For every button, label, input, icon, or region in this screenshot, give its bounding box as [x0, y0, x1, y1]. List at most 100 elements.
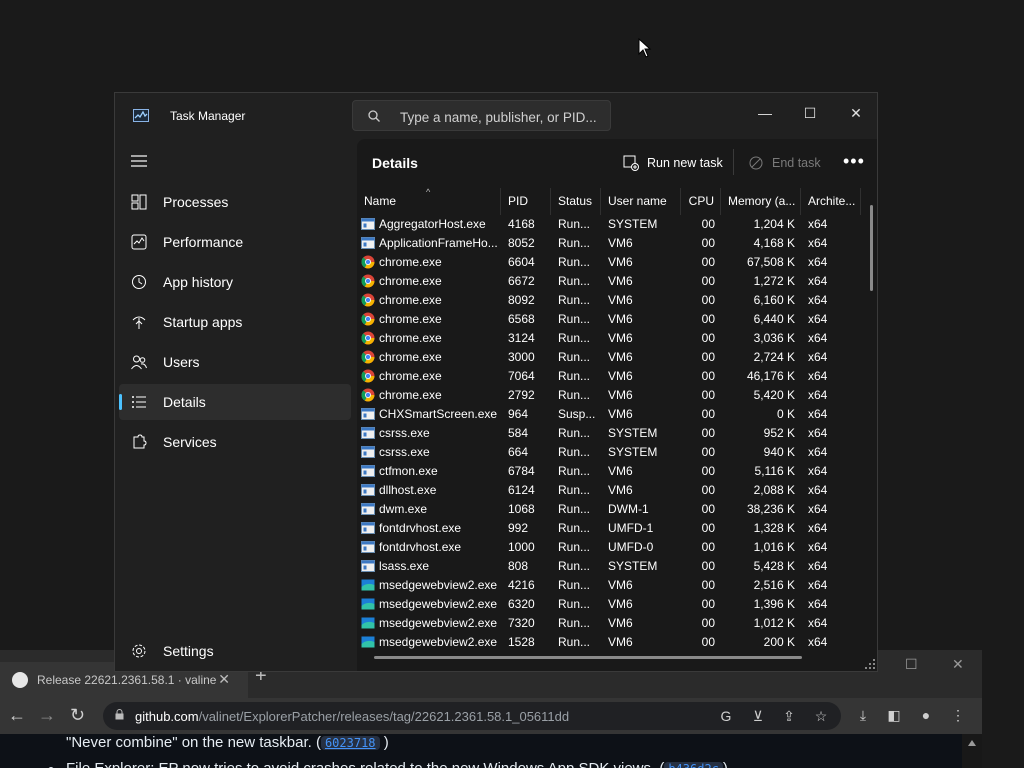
run-new-task-button[interactable]: Run new task	[623, 153, 723, 173]
column-header-memory[interactable]: Memory (a...	[721, 188, 801, 215]
nav-item-performance[interactable]: Performance	[119, 224, 351, 260]
table-row[interactable]: csrss.exe 664 Run... SYSTEM 00 940 K x64	[357, 443, 863, 462]
table-row[interactable]: chrome.exe 3000 Run... VM6 00 2,724 K x64	[357, 348, 863, 367]
horizontal-scrollbar[interactable]	[374, 656, 802, 659]
profile-icon[interactable]: ●	[918, 707, 934, 723]
column-header-pid[interactable]: PID	[501, 188, 551, 215]
commit-link[interactable]: b436d2c	[664, 762, 723, 768]
minimize-button[interactable]: —	[742, 99, 788, 127]
column-header-user-name[interactable]: User name	[601, 188, 681, 215]
google-icon[interactable]: G	[718, 708, 734, 724]
browser-maximize-button[interactable]: ☐	[905, 656, 918, 673]
forward-arrow-icon[interactable]: →	[38, 705, 56, 726]
app-icon	[361, 522, 375, 534]
table-row[interactable]: msedgewebview2.exe 4216 Run... VM6 00 2,516 K…	[357, 576, 863, 595]
page-scrollbar[interactable]	[962, 734, 982, 768]
share-icon[interactable]: ⇪	[781, 708, 797, 724]
nav-item-app-history[interactable]: App history	[119, 264, 351, 300]
table-row[interactable]: msedgewebview2.exe 1528 Run... VM6 00 200 K x6…	[357, 633, 863, 652]
table-row[interactable]: msedgewebview2.exe 7320 Run... VM6 00 1,012 K…	[357, 614, 863, 633]
nav-item-startup-apps[interactable]: Startup apps	[119, 304, 351, 340]
reload-icon[interactable]: ↻	[70, 705, 85, 726]
column-header-status[interactable]: Status	[551, 188, 601, 215]
table-row[interactable]: lsass.exe 808 Run... SYSTEM 00 5,428 K x64	[357, 557, 863, 576]
back-arrow-icon[interactable]: ←	[8, 705, 26, 726]
hamburger-menu-icon[interactable]	[131, 155, 147, 167]
tab-close-icon[interactable]: ✕	[218, 671, 230, 688]
vertical-scrollbar[interactable]	[870, 205, 873, 291]
cell-mem: 67,508 K	[746, 255, 795, 269]
browser-close-button[interactable]: ✕	[952, 656, 964, 673]
app-icon	[361, 218, 375, 230]
cell-name: AggregatorHost.exe	[379, 217, 486, 231]
chrome-icon	[361, 293, 375, 307]
end-task-button[interactable]: End task	[749, 153, 821, 173]
cell-mem: 1,016 K	[753, 540, 795, 554]
cell-name: fontdrvhost.exe	[379, 521, 462, 535]
cell-name: chrome.exe	[379, 331, 442, 345]
commit-link[interactable]: 6023718	[320, 736, 380, 750]
chrome-icon	[361, 274, 375, 288]
table-row[interactable]: msedgewebview2.exe 6320 Run... VM6 00 1,396 K…	[357, 595, 863, 614]
nav-item-details[interactable]: Details	[119, 384, 351, 420]
table-row[interactable]: ctfmon.exe 6784 Run... VM6 00 5,116 K x64	[357, 462, 863, 481]
search-input[interactable]	[398, 107, 607, 127]
browser-toolbar: ← → ↻ github.com/valinet/ExplorerPatcher…	[0, 698, 982, 734]
column-header-architecture[interactable]: Archite...	[801, 188, 861, 215]
nav-item-services[interactable]: Services	[119, 424, 351, 460]
cell-arch: x64	[808, 502, 828, 516]
maximize-button[interactable]: ☐	[787, 99, 833, 127]
cell-name: msedgewebview2.exe	[379, 578, 498, 592]
table-row[interactable]: AggregatorHost.exe 4168 Run... SYSTEM 00 1,20…	[357, 215, 863, 234]
table-row[interactable]: dllhost.exe 6124 Run... VM6 00 2,088 K x64	[357, 481, 863, 500]
table-row[interactable]: ApplicationFrameHo... 8052 Run... VM6 00 4,16…	[357, 234, 863, 253]
cell-user: VM6	[608, 388, 633, 402]
cell-cpu: 00	[701, 217, 715, 231]
cell-pid: 3000	[508, 350, 535, 364]
column-header-cpu[interactable]: CPU	[681, 188, 721, 215]
table-row[interactable]: chrome.exe 6672 Run... VM6 00 1,272 K x64	[357, 272, 863, 291]
bookmark-star-icon[interactable]: ☆	[813, 708, 829, 724]
cell-pid: 6320	[508, 597, 535, 611]
cell-cpu: 00	[701, 521, 715, 535]
table-row[interactable]: chrome.exe 6568 Run... VM6 00 6,440 K x64	[357, 310, 863, 329]
scroll-up-icon[interactable]	[968, 740, 976, 746]
run-new-task-label: Run new task	[647, 156, 723, 170]
side-panel-icon[interactable]: ◧	[886, 707, 902, 723]
table-row[interactable]: chrome.exe 2792 Run... VM6 00 5,420 K x64	[357, 386, 863, 405]
cell-cpu: 00	[701, 540, 715, 554]
close-button[interactable]: ✕	[833, 99, 877, 127]
table-row[interactable]: dwm.exe 1068 Run... DWM-1 00 38,236 K x64	[357, 500, 863, 519]
table-row[interactable]: fontdrvhost.exe 992 Run... UMFD-1 00 1,328 K x…	[357, 519, 863, 538]
cell-pid: 4168	[508, 217, 535, 231]
table-row[interactable]: CHXSmartScreen.exe 964 Susp... VM6 00 0 K x64	[357, 405, 863, 424]
nav-item-settings[interactable]: Settings	[119, 633, 351, 669]
more-options-icon[interactable]: •••	[843, 151, 865, 172]
resize-grip-icon[interactable]	[865, 659, 875, 669]
nav-item-users[interactable]: Users	[119, 344, 351, 380]
table-row[interactable]: chrome.exe 3124 Run... VM6 00 3,036 K x64	[357, 329, 863, 348]
column-header-name[interactable]: ^ Name	[357, 188, 501, 215]
install-app-icon[interactable]: ⊻	[750, 708, 766, 724]
cell-name: msedgewebview2.exe	[379, 616, 498, 630]
cell-user: VM6	[608, 312, 633, 326]
chrome-icon	[361, 388, 375, 402]
cell-pid: 8092	[508, 293, 535, 307]
search-box[interactable]	[352, 100, 611, 131]
table-row[interactable]: chrome.exe 6604 Run... VM6 00 67,508 K x64	[357, 253, 863, 272]
cell-cpu: 00	[701, 274, 715, 288]
nav-item-processes[interactable]: Processes	[119, 184, 351, 220]
table-row[interactable]: csrss.exe 584 Run... SYSTEM 00 952 K x64	[357, 424, 863, 443]
table-row[interactable]: chrome.exe 7064 Run... VM6 00 46,176 K x64	[357, 367, 863, 386]
cell-user: DWM-1	[608, 502, 649, 516]
table-row[interactable]: fontdrvhost.exe 1000 Run... UMFD-0 00 1,016 K…	[357, 538, 863, 557]
cell-pid: 1068	[508, 502, 535, 516]
cell-arch: x64	[808, 426, 828, 440]
cell-mem: 5,420 K	[753, 388, 795, 402]
table-row[interactable]: chrome.exe 8092 Run... VM6 00 6,160 K x64	[357, 291, 863, 310]
download-icon[interactable]: ⤓	[855, 707, 871, 723]
cell-pid: 6784	[508, 464, 535, 478]
address-bar[interactable]: github.com/valinet/ExplorerPatcher/relea…	[103, 702, 841, 730]
browser-menu-icon[interactable]: ⋮	[950, 707, 966, 723]
cell-user: VM6	[608, 483, 633, 497]
